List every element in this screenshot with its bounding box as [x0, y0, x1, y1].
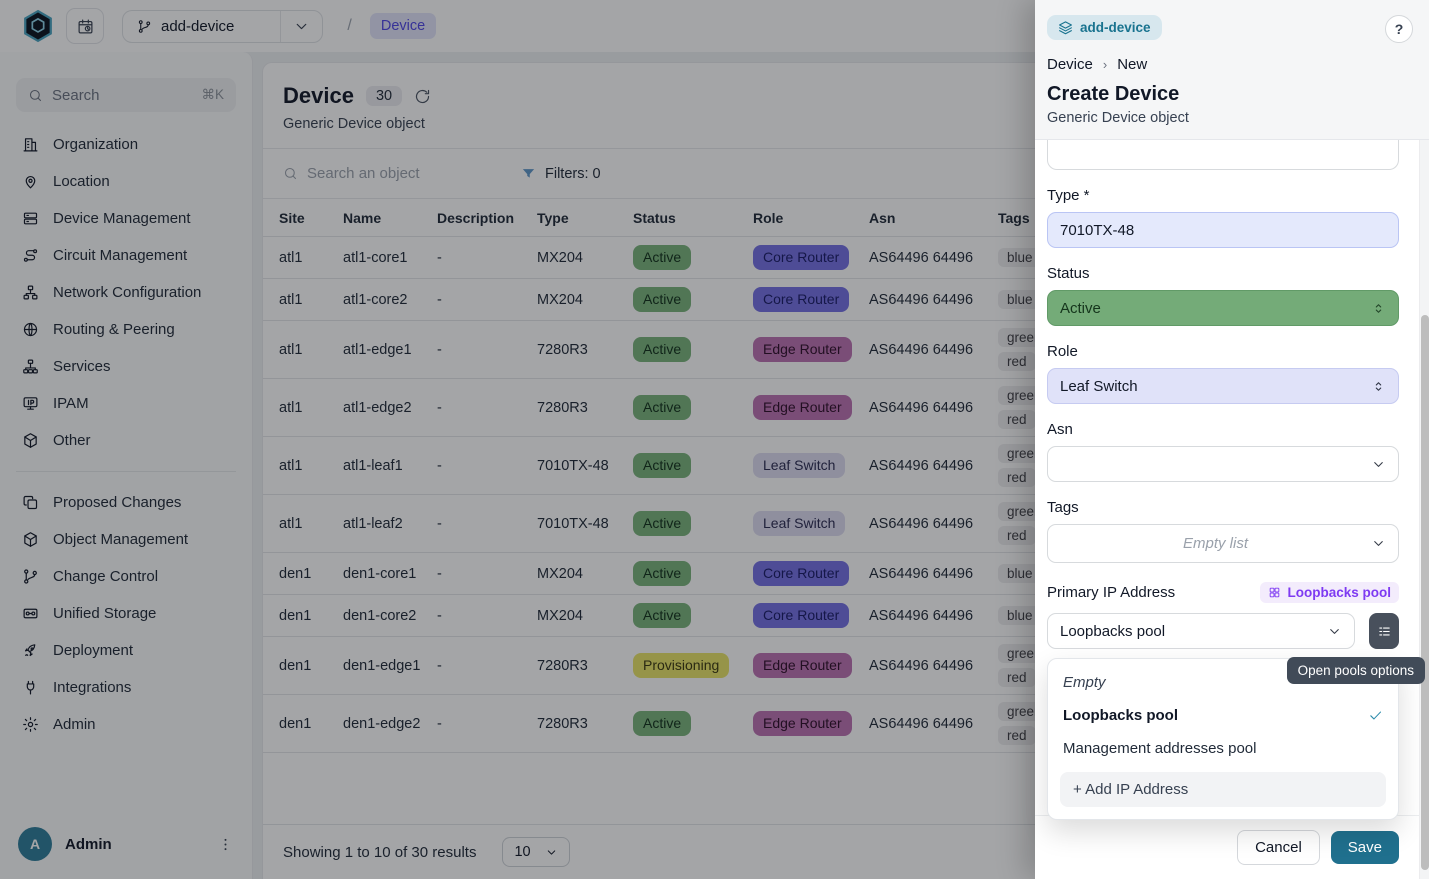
- clipped-field[interactable]: [1047, 140, 1399, 170]
- updown-caret-icon: [1371, 301, 1386, 316]
- primary-ip-value: Loopbacks pool: [1060, 623, 1165, 640]
- type-label: Type *: [1047, 187, 1399, 204]
- tags-select[interactable]: Empty list: [1047, 524, 1399, 563]
- check-icon: [1368, 708, 1383, 723]
- tags-label: Tags: [1047, 499, 1399, 516]
- panel-breadcrumb-device[interactable]: Device: [1047, 56, 1093, 73]
- status-select[interactable]: Active: [1047, 290, 1399, 326]
- list-icon: [1377, 624, 1392, 639]
- type-input[interactable]: 7010TX-48: [1047, 212, 1399, 248]
- asn-label: Asn: [1047, 421, 1399, 438]
- panel-breadcrumb-new: New: [1117, 56, 1147, 73]
- panel-breadcrumb: Device › New: [1047, 56, 1413, 73]
- panel-scrollbar-thumb[interactable]: [1421, 315, 1429, 870]
- panel-header: add-device ? Device › New Create Device …: [1035, 0, 1429, 140]
- modal-dim-overlay[interactable]: [0, 0, 1035, 879]
- layers-icon: [1058, 20, 1073, 35]
- dropdown-option-label: Loopbacks pool: [1063, 707, 1178, 724]
- primary-ip-select[interactable]: Loopbacks pool: [1047, 613, 1355, 649]
- panel-title: Create Device: [1047, 83, 1413, 106]
- dropdown-option-label: Empty: [1063, 674, 1106, 691]
- chevron-down-icon: [1371, 457, 1386, 472]
- asn-select[interactable]: [1047, 446, 1399, 482]
- help-button[interactable]: ?: [1385, 15, 1413, 43]
- create-device-panel: add-device ? Device › New Create Device …: [1035, 0, 1429, 879]
- pool-badge-label: Loopbacks pool: [1287, 585, 1391, 600]
- status-label: Status: [1047, 265, 1399, 282]
- save-button[interactable]: Save: [1331, 831, 1399, 864]
- panel-subtitle: Generic Device object: [1047, 110, 1413, 126]
- panel-scrollbar[interactable]: [1419, 140, 1429, 879]
- primary-ip-label: Primary IP Address: [1047, 584, 1175, 601]
- dropdown-option-label: Management addresses pool: [1063, 740, 1256, 757]
- role-label: Role: [1047, 343, 1399, 360]
- panel-breadcrumb-separator: ›: [1103, 57, 1107, 72]
- chevron-down-icon: [1327, 624, 1342, 639]
- panel-branch-name: add-device: [1080, 20, 1151, 35]
- panel-footer: Cancel Save: [1035, 815, 1429, 879]
- app-window: add-device / Device Search ⌘K Organizati…: [0, 0, 1429, 879]
- cancel-button[interactable]: Cancel: [1237, 830, 1320, 865]
- status-value: Active: [1060, 300, 1101, 317]
- open-pools-options-button[interactable]: [1369, 613, 1399, 649]
- role-select[interactable]: Leaf Switch: [1047, 368, 1399, 404]
- type-value: 7010TX-48: [1060, 222, 1134, 239]
- role-value: Leaf Switch: [1060, 378, 1138, 395]
- dropdown-option[interactable]: Management addresses pool: [1048, 732, 1398, 765]
- pool-grid-icon: [1268, 586, 1281, 599]
- loopbacks-pool-badge[interactable]: Loopbacks pool: [1260, 582, 1399, 603]
- updown-caret-icon: [1371, 379, 1386, 394]
- panel-branch-badge[interactable]: add-device: [1047, 15, 1162, 40]
- chevron-down-icon: [1371, 536, 1386, 551]
- tags-placeholder: Empty list: [1060, 535, 1371, 552]
- dropdown-option[interactable]: Loopbacks pool: [1048, 699, 1398, 732]
- add-ip-address-action[interactable]: + Add IP Address: [1060, 772, 1386, 807]
- pools-tooltip: Open pools options: [1287, 657, 1425, 684]
